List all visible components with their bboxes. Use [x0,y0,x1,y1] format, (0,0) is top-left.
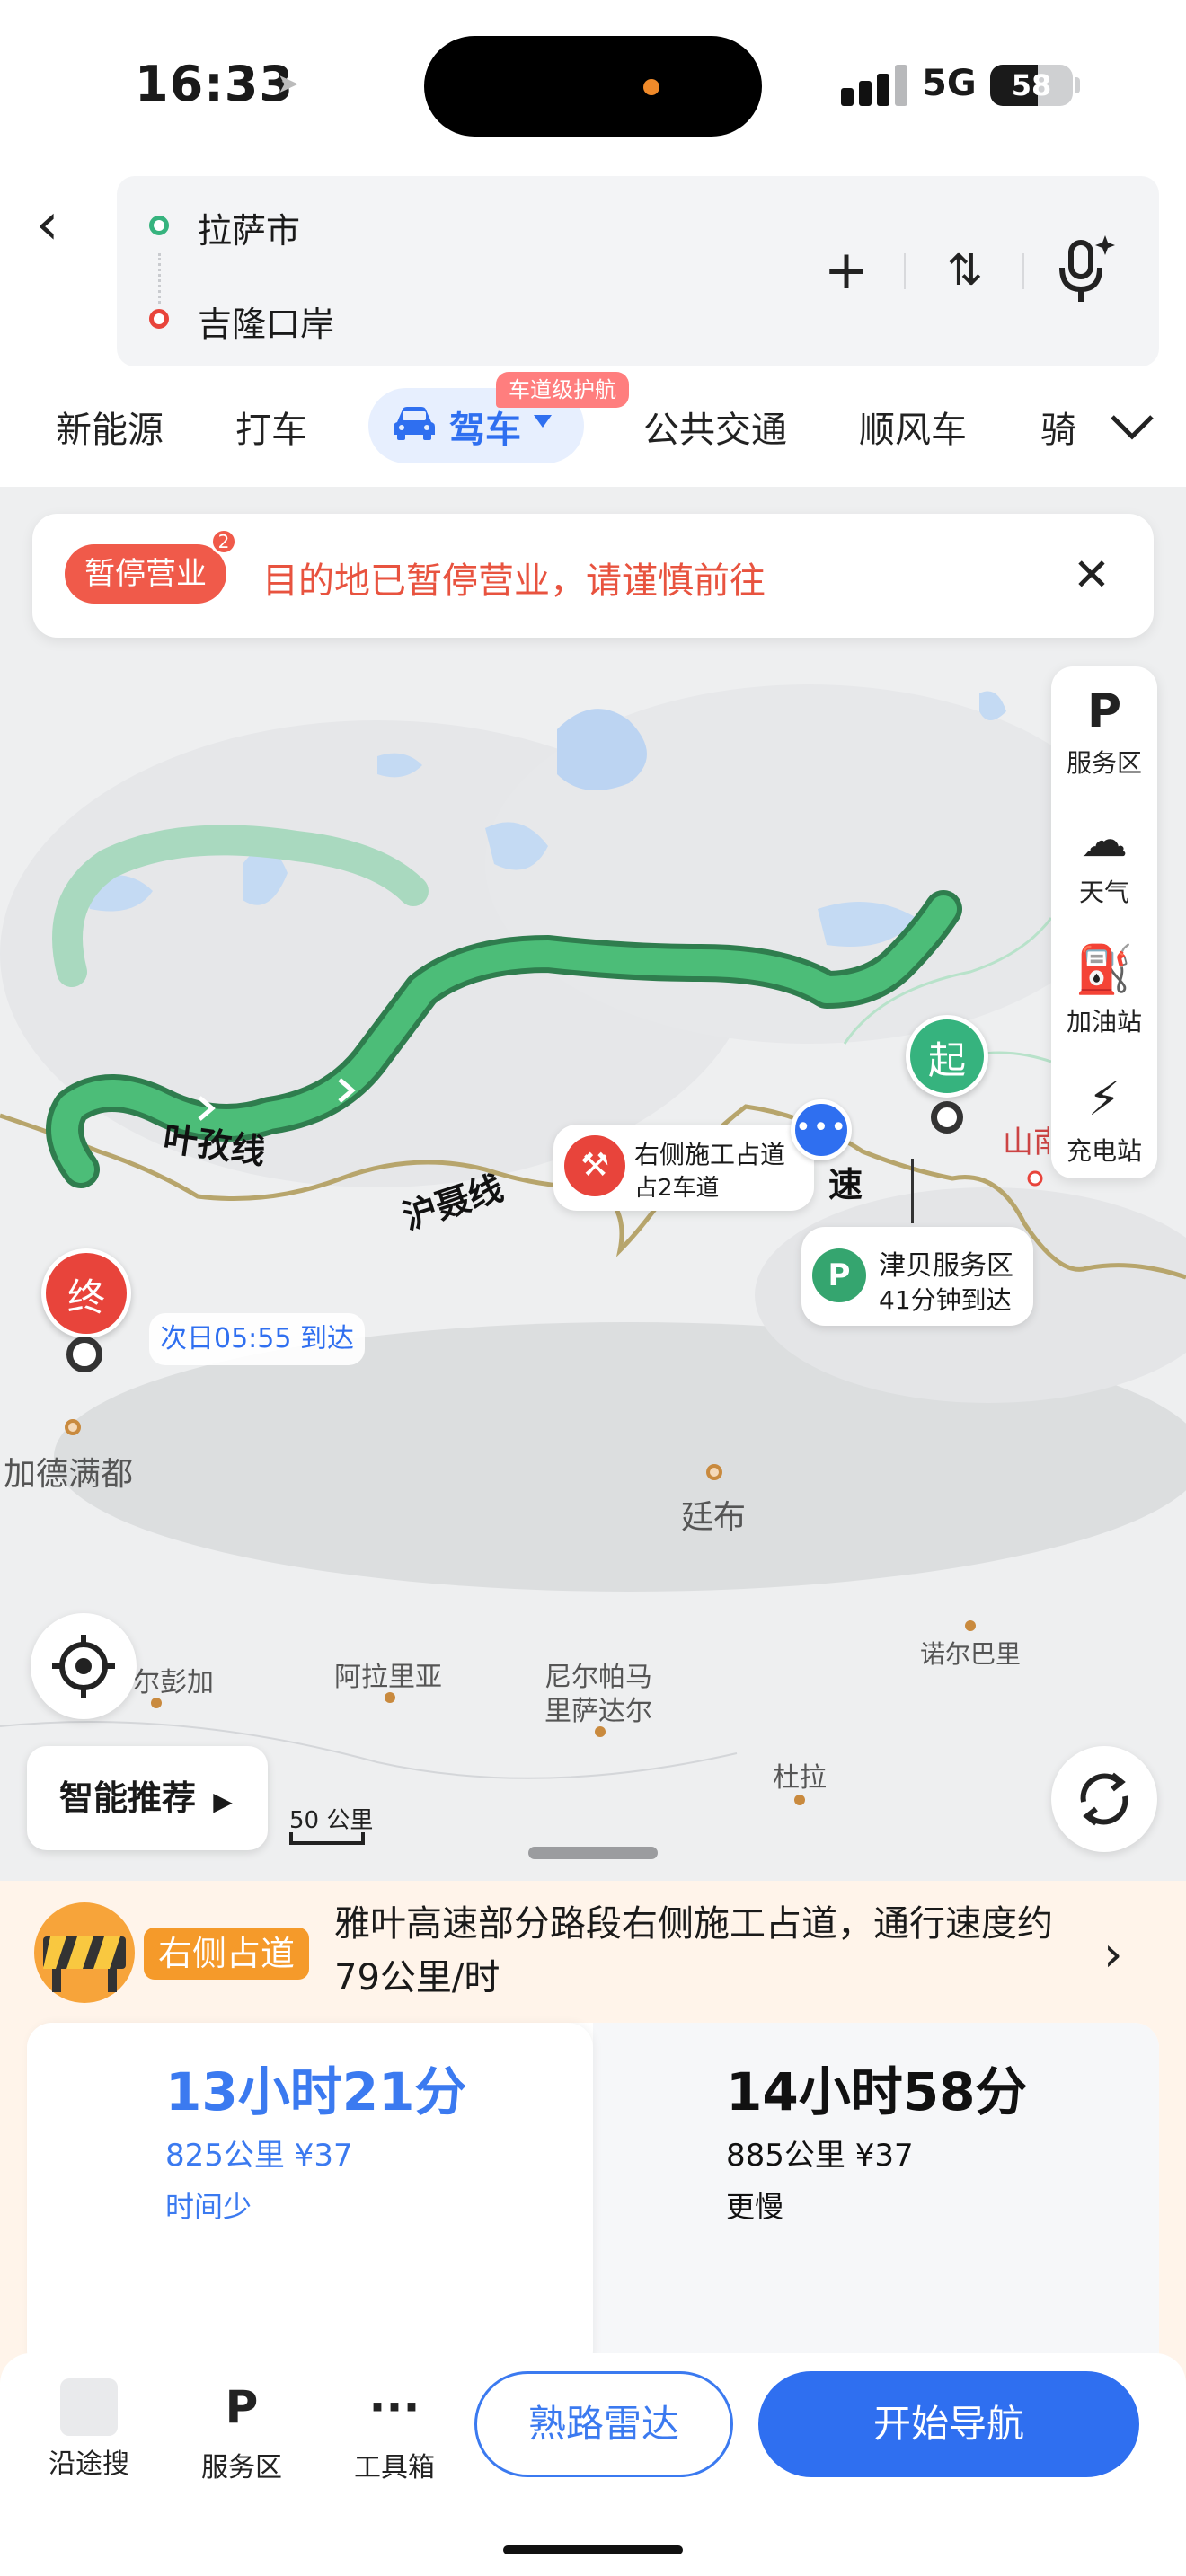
place-erpengjia: 尔彭加 [133,1667,214,1698]
tool-search-along-route[interactable]: 沿途搜 [31,2375,147,2481]
destination-dot-icon [149,309,169,329]
route-2-duration: 14小时58分 [726,2061,1028,2122]
recording-indicator [643,79,659,95]
status-time: 16:33 [135,56,294,112]
map-scale-bar [289,1832,365,1845]
origin-dot-icon [149,216,169,235]
route-2-tag: 更慢 [726,2190,784,2224]
more-dots-icon: ··· [368,2381,420,2433]
tool-service-area[interactable]: P 服务区 [183,2375,300,2484]
charging-station-icon: ⚡ [1087,1072,1121,1126]
place-shannan: 山南 [1003,1125,1049,1160]
side-item-label: 服务区 [1066,748,1142,778]
tab-ride[interactable]: 骑 [1040,401,1076,453]
network-type: 5G [922,63,977,104]
service-area-name: 津贝服务区 [879,1250,1013,1282]
side-item-label: 加油站 [1066,1007,1142,1037]
service-area-icon: P [812,1248,866,1302]
service-area-icon: P [1086,684,1122,738]
side-item-label: 充电站 [1066,1136,1142,1166]
search-along-route-icon [60,2378,118,2436]
start-pin[interactable]: 起 [906,1015,988,1098]
route-1-tag: 时间少 [165,2190,252,2224]
notice-text: 目的地已暂停营业，请谨慎前往 [262,560,766,602]
familiar-road-radar-button[interactable]: 熟路雷达 [474,2371,733,2477]
side-item-service-area[interactable]: P 服务区 [1051,683,1157,780]
start-navigation-button[interactable]: 开始导航 [758,2371,1139,2477]
tool-toolbox[interactable]: ··· 工具箱 [336,2375,453,2484]
place-dula: 杜拉 [773,1762,827,1794]
tool-label: 工具箱 [354,2452,435,2483]
end-point-marker [66,1337,102,1372]
place-alaliya: 阿拉里亚 [334,1662,442,1693]
tab-drive-label: 驾车 [449,410,521,451]
battery-icon: 58 [990,65,1073,106]
plus-icon[interactable]: + [810,230,882,311]
traffic-warning-text[interactable]: 雅叶高速部分路段右侧施工占道，通行速度约79公里/时 [334,1897,1071,2005]
dynamic-island [424,36,762,137]
close-icon[interactable]: ✕ [1073,548,1111,602]
place-thimphu: 廷布 [681,1499,747,1536]
side-item-weather[interactable]: ☁ 天气 [1051,812,1157,909]
chevron-right-icon[interactable]: › [1103,1926,1123,1982]
swap-vertical-icon[interactable]: ⇅ [929,230,1001,311]
location-arrow-icon: ➤ [277,68,300,100]
tab-taxi[interactable]: 打车 [235,401,307,453]
tool-label: 服务区 [201,2452,282,2483]
construction-detail: 占2车道 [634,1175,720,1202]
chat-bubble-icon[interactable]: ••• [791,1099,852,1160]
tool-label: 沿途搜 [49,2448,129,2480]
origin-input[interactable]: 拉萨市 [198,203,300,252]
play-triangle-icon: ▶ [213,1786,233,1816]
tab-new-energy[interactable]: 新能源 [56,401,164,453]
lane-occupied-tag: 右侧占道 [144,1928,310,1980]
arrival-time-label: 次日05:55 到达 [149,1313,365,1365]
cloud-icon: ☁ [1081,814,1128,868]
notice-count-badge: 2 [210,528,237,555]
service-area-icon: P [225,2381,259,2433]
construction-barrier-icon [31,1897,144,2005]
service-area-eta: 41分钟到达 [879,1285,1012,1315]
refresh-button[interactable] [1051,1746,1157,1852]
smart-recommend-button[interactable]: 智能推荐 ▶ [27,1746,268,1850]
route-1-duration: 13小时21分 [165,2061,467,2122]
caret-down-icon[interactable] [534,415,552,428]
route-1-distance-toll: 825公里 ¥37 [165,2138,353,2174]
construction-title: 右侧施工占道 [634,1140,786,1169]
back-button[interactable]: ‹ [36,193,90,256]
lane-guidance-badge: 车道级护航 [496,372,629,408]
side-item-gas-station[interactable]: ⛽ 加油站 [1051,941,1157,1038]
place-nuoerbali: 诺尔巴里 [920,1639,1022,1669]
construction-worker-icon: ⚒ [564,1135,625,1196]
place-kathmandu: 加德满都 [4,1456,134,1493]
chevron-down-icon[interactable] [1107,408,1157,444]
fuel-pump-icon: ⛽ [1075,943,1134,997]
crosshair-icon [52,1635,115,1698]
side-item-label: 天气 [1078,878,1129,907]
route-connector [158,253,161,304]
map-scale-label: 50 公里 [289,1807,374,1834]
start-point-marker [931,1101,963,1134]
battery-level: 58 [1011,68,1052,102]
route-2-distance-toll: 885公里 ¥37 [726,2138,914,2174]
place-lisadaer: 里萨达尔 [544,1696,652,1727]
locate-button[interactable] [31,1613,137,1719]
tab-carpool[interactable]: 顺风车 [859,401,967,453]
home-indicator [503,2545,683,2554]
refresh-icon [1080,1772,1128,1826]
road-label-speedway: 速 [828,1165,863,1204]
sheet-drag-handle[interactable] [528,1847,658,1859]
car-icon [394,407,435,440]
closure-tag: 暂停营业 [65,544,226,604]
smart-recommend-label: 智能推荐 [59,1778,197,1818]
microphone-sparkle-icon[interactable] [1049,230,1121,311]
side-item-charging[interactable]: ⚡ 充电站 [1051,1071,1157,1168]
end-pin[interactable]: 终 [41,1248,131,1338]
tab-public-transit[interactable]: 公共交通 [643,401,787,453]
destination-input[interactable]: 吉隆口岸 [198,296,334,346]
